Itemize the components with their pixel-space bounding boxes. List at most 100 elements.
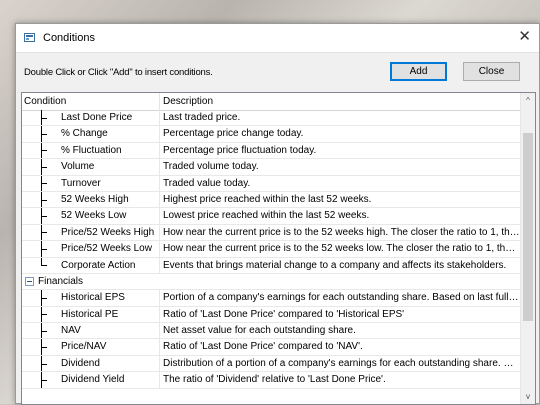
group-label: Financials [38,275,84,287]
tree-connector [41,330,47,332]
cell-divider [159,110,160,126]
cell-divider [159,372,160,388]
tree-connector [41,232,47,234]
condition-description: Ratio of 'Last Done Price' compared to '… [163,308,405,320]
scroll-down-icon[interactable]: v [521,389,535,404]
tree-connector [41,314,47,316]
tree-connector [41,265,47,267]
condition-name: % Fluctuation [61,144,122,156]
column-divider[interactable] [159,93,160,110]
column-header-description[interactable]: Description [163,96,213,107]
condition-name: Price/52 Weeks Low [61,243,152,255]
conditions-dialog: Conditions ✕ Double Click or Click "Add"… [15,23,540,405]
cell-divider [159,142,160,159]
table-row[interactable]: Historical PE Ratio of 'Last Done Price' … [22,306,522,324]
table-row[interactable]: 52 Weeks High Highest price reached withi… [22,191,522,209]
condition-description: Highest price reached within the last 52… [163,193,372,205]
cell-divider [159,208,160,224]
tree-connector [41,248,47,250]
close-icon[interactable]: ✕ [518,29,531,44]
condition-description: Net asset value for each outstanding sha… [163,325,356,337]
table-row[interactable]: NAV Net asset value for each outstanding … [22,323,522,340]
cell-divider [159,339,160,355]
tree-connector [41,347,47,349]
cell-divider [159,306,160,323]
table-row[interactable]: Last Done Price Last traded price. [22,110,522,127]
condition-description: Distribution of a portion of a company's… [163,357,520,369]
scroll-up-icon[interactable]: ^ [521,93,535,108]
table-row[interactable]: % Fluctuation Percentage price fluctuatio… [22,142,522,160]
column-header-condition[interactable]: Condition [24,96,66,107]
condition-name: Price/NAV [61,341,107,353]
tree-connector [41,216,47,218]
table-row[interactable]: Corporate Action Events that brings mater… [22,257,522,274]
condition-name: 52 Weeks Low [61,210,127,222]
table-row[interactable]: Turnover Traded value today. [22,175,522,192]
cell-divider [159,241,160,257]
condition-description: Ratio of 'Last Done Price' compared to '… [163,341,363,353]
condition-description: Events that brings material change to a … [163,259,507,271]
condition-description: How near the current price is to the 52 … [163,243,520,255]
condition-description: How near the current price is to the 52 … [163,226,520,238]
tree-line [41,257,42,266]
grid-header: Condition Description [22,93,522,111]
condition-description: Traded value today. [163,177,251,189]
tree-connector [41,297,47,299]
condition-name: Last Done Price [61,112,133,123]
condition-description: Traded volume today. [163,161,259,173]
condition-name: Corporate Action [61,259,136,271]
close-button[interactable]: Close [463,62,520,81]
table-row[interactable]: % Change Percentage price change today. [22,126,522,143]
cell-divider [159,257,160,273]
condition-description: Percentage price fluctuation today. [163,144,317,156]
cell-divider [159,224,160,241]
table-row[interactable]: Price/52 Weeks High How near the current … [22,224,522,242]
condition-description: The ratio of 'Dividend' relative to 'Las… [163,374,386,386]
table-row[interactable]: Volume Traded volume today. [22,159,522,176]
condition-name: NAV [61,325,81,337]
table-row[interactable]: Price/52 Weeks Low How near the current p… [22,241,522,258]
cell-divider [159,175,160,191]
tree-connector [41,199,47,201]
table-row[interactable]: Dividend Distribution of a portion of a c… [22,355,522,373]
condition-name: Volume [61,161,95,173]
cell-divider [159,323,160,339]
tree-connector [41,150,47,152]
condition-name: Dividend Yield [61,374,125,386]
condition-name: Historical PE [61,308,119,320]
cell-divider [159,355,160,372]
condition-name: Price/52 Weeks High [61,226,155,238]
table-row[interactable]: Price/NAV Ratio of 'Last Done Price' comp… [22,339,522,356]
cell-divider [159,126,160,142]
cell-divider [159,191,160,208]
grid-rows: Last Done Price Last traded price. % Chang… [22,110,522,389]
tree-connector [41,183,47,185]
collapse-icon[interactable] [25,276,34,286]
dialog-title: Conditions [43,32,95,44]
condition-description: Last traded price. [163,112,241,123]
vertical-scrollbar[interactable]: ^ v [520,93,535,404]
instruction-text: Double Click or Click "Add" to insert co… [24,67,213,78]
table-row[interactable]: Historical EPS Portion of a company's ear… [22,290,522,307]
condition-name: % Change [61,128,108,140]
tree-connector [41,363,47,365]
condition-description: Percentage price change today. [163,128,304,140]
scrollbar-thumb[interactable] [523,133,533,321]
cell-divider [159,159,160,175]
add-button[interactable]: Add [390,62,447,81]
table-row[interactable]: 52 Weeks Low Lowest price reached within … [22,208,522,225]
condition-name: Turnover [61,177,101,189]
title-bar: Conditions ✕ [16,24,539,53]
condition-description: Portion of a company's earnings for each… [163,292,520,304]
cell-divider [159,290,160,306]
conditions-grid[interactable]: Condition Description Last Done Price Las… [21,92,536,405]
condition-name: Historical EPS [61,292,125,304]
condition-description: Lowest price reached within the last 52 … [163,210,370,222]
tree-group-row[interactable]: Financials [22,274,522,291]
tree-connector [41,134,47,136]
table-row[interactable]: Dividend Yield The ratio of 'Dividend' re… [22,372,522,389]
tree-connector [41,166,47,168]
condition-name: 52 Weeks High [61,193,129,205]
window-icon [24,33,35,42]
tree-connector [41,379,47,381]
